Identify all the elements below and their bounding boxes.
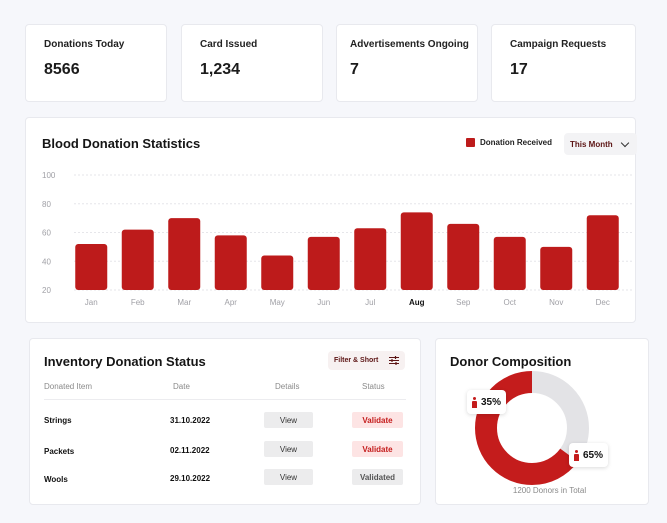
filter-sort-button[interactable]: Filter & Short [328, 351, 405, 370]
stat-value: 8566 [44, 61, 80, 78]
legend-label: Donation Received [480, 138, 553, 147]
filter-label: Filter & Short [334, 357, 379, 364]
sliders-icon [389, 356, 399, 365]
table-header-divider [44, 399, 406, 400]
stat-card-card-issued: Card Issued 1,234 [181, 24, 323, 102]
stat-label: Card Issued [200, 39, 258, 50]
row-item: Packets [44, 447, 75, 456]
view-button[interactable]: View [264, 441, 313, 457]
percent-badge-35: 35% [467, 390, 507, 414]
stat-card-advertisements: Advertisements Ongoing 7 [336, 24, 478, 102]
legend-swatch [466, 138, 475, 147]
row-item: Strings [44, 416, 72, 425]
period-select[interactable]: This Month [564, 133, 637, 155]
status-badge[interactable]: Validate [352, 412, 403, 428]
percent-label: 65% [583, 449, 604, 461]
stat-value: 17 [510, 61, 528, 78]
status-badge[interactable]: Validated [352, 469, 403, 485]
view-button[interactable]: View [264, 469, 313, 485]
chart-legend: Donation Received [466, 138, 552, 147]
column-header-status: Status [362, 382, 385, 391]
inventory-title: Inventory Donation Status [44, 354, 206, 369]
person-icon [472, 396, 477, 408]
status-badge[interactable]: Validate [352, 441, 403, 457]
row-date: 31.10.2022 [170, 416, 211, 425]
row-item: Wools [44, 475, 68, 484]
column-header-date: Date [173, 382, 190, 391]
view-button[interactable]: View [264, 412, 313, 428]
stat-value: 7 [350, 61, 359, 78]
person-icon [574, 449, 579, 461]
percent-label: 35% [481, 396, 502, 408]
row-date: 02.11.2022 [170, 446, 210, 455]
donors-total: 1200 Donors in Total [512, 486, 587, 495]
row-date: 29.10.2022 [170, 474, 211, 483]
stat-card-donations-today: Donations Today 8566 [25, 24, 167, 102]
stat-label: Campaign Requests [510, 39, 607, 50]
donor-title: Donor Composition [450, 354, 572, 369]
chevron-down-icon [620, 138, 630, 147]
column-header-item: Donated Item [44, 382, 93, 391]
percent-badge-65: 65% [569, 443, 609, 467]
stat-label: Donations Today [44, 39, 125, 50]
stat-card-campaign-requests: Campaign Requests 17 [491, 24, 636, 102]
stat-label: Advertisements Ongoing [350, 39, 469, 50]
period-select-label: This Month [570, 139, 613, 149]
donut-chart [475, 371, 589, 485]
stat-value: 1,234 [200, 61, 241, 78]
statistics-title: Blood Donation Statistics [42, 136, 201, 151]
column-header-details: Details [275, 382, 300, 391]
